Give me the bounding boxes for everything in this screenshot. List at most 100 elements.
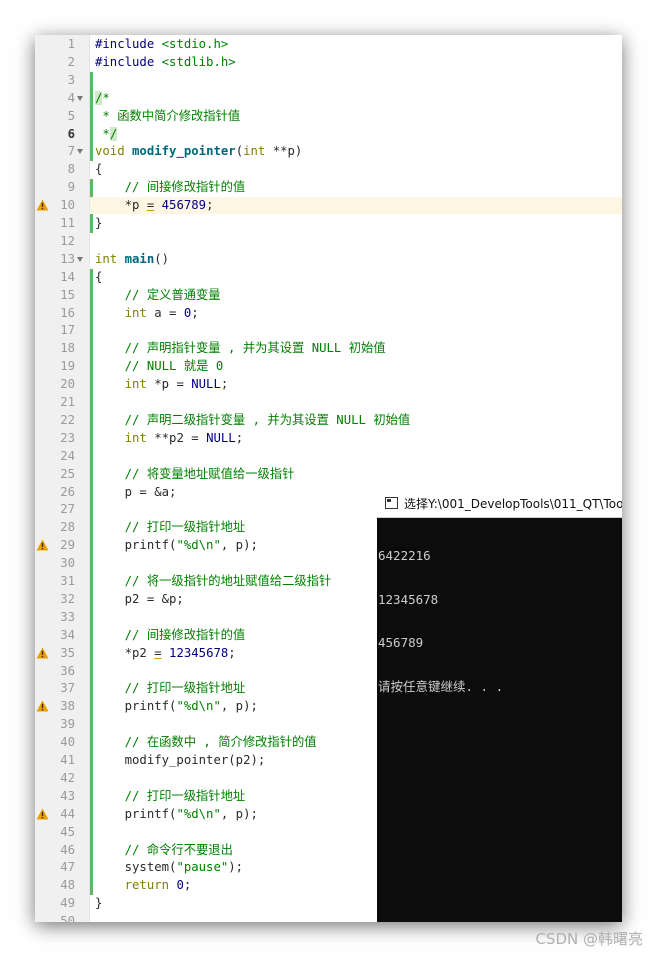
fold-arrow-icon[interactable] [77, 95, 83, 101]
code-text[interactable]: // 打印一级指针地址 [95, 519, 246, 536]
code-text[interactable]: { [95, 269, 102, 286]
console-title-bar[interactable]: 选择Y:\001_DevelopTools\011_QT\Too [377, 489, 622, 518]
code-token: // 间接修改指针的值 [95, 180, 246, 195]
code-line[interactable]: 1 #include <stdio.h> [35, 36, 622, 53]
code-line[interactable]: 12 [35, 233, 622, 250]
code-text[interactable]: } [95, 895, 102, 912]
code-text[interactable]: // 声明指针变量 , 并为其设置 NULL 初始值 [95, 340, 386, 357]
code-line[interactable]: 4 /* [35, 90, 622, 107]
code-text[interactable]: modify_pointer(p2); [95, 752, 266, 769]
code-token: ; [228, 645, 236, 660]
code-token: printf( [95, 538, 177, 553]
code-text[interactable]: int a = 0; [95, 305, 199, 322]
code-line[interactable]: 6 */ [35, 126, 622, 143]
code-text[interactable]: // 将变量地址赋值给一级指针 [95, 466, 295, 483]
code-text[interactable]: // 间接修改指针的值 [95, 179, 246, 196]
line-number: 23 [60, 430, 75, 445]
code-token: NULL [206, 430, 236, 445]
console-line: 请按任意键继续. . . [378, 678, 504, 694]
code-text[interactable]: void modify_pointer(int **p) [95, 143, 302, 160]
line-number: 21 [60, 395, 75, 409]
console-window[interactable]: 选择Y:\001_DevelopTools\011_QT\Too 6422216… [377, 489, 622, 922]
code-token: / [109, 126, 118, 141]
code-token: ; [183, 878, 192, 893]
code-line[interactable]: 5 * 函数中简介修改指针值 [35, 108, 622, 125]
code-line[interactable]: 17 [35, 322, 622, 339]
code-line[interactable]: 2 #include <stdlib.h> [35, 54, 622, 71]
line-number: 46 [60, 842, 75, 857]
code-text[interactable]: // 打印一级指针地址 [95, 788, 246, 805]
code-line[interactable]: 14 { [35, 269, 622, 286]
code-token: ); [228, 860, 244, 875]
warning-icon[interactable] [36, 700, 49, 712]
code-line[interactable]: 19 // NULL 就是 0 [35, 358, 622, 375]
code-line[interactable]: 10 *p = 456789; [35, 197, 622, 215]
code-text[interactable]: #include <stdio.h> [95, 36, 228, 53]
code-line[interactable]: 18 // 声明指针变量 , 并为其设置 NULL 初始值 [35, 340, 622, 357]
code-text[interactable]: // 定义普通变量 [95, 287, 221, 304]
fold-arrow-icon[interactable] [77, 256, 83, 262]
line-number: 27 [60, 502, 75, 517]
code-token: // 声明指针变量 , 并为其设置 NULL 初始值 [95, 341, 386, 356]
code-text[interactable]: */ [95, 126, 118, 143]
code-line[interactable]: 16 int a = 0; [35, 305, 622, 322]
code-text[interactable]: p = &a; [95, 484, 177, 501]
code-text[interactable]: system("pause"); [95, 859, 243, 876]
warning-icon[interactable] [36, 647, 49, 659]
line-number: 15 [60, 287, 75, 302]
code-line[interactable]: 9 // 间接修改指针的值 [35, 179, 622, 196]
code-text[interactable]: p2 = &p; [95, 591, 184, 608]
code-text[interactable]: // 间接修改指针的值 [95, 627, 246, 644]
code-line[interactable]: 13 int main() [35, 251, 622, 268]
code-line[interactable]: 23 int **p2 = NULL; [35, 430, 622, 447]
fold-arrow-icon[interactable] [77, 149, 83, 155]
code-token: } [95, 216, 103, 230]
code-token: // 间接修改指针的值 [95, 627, 246, 642]
code-text[interactable]: int main() [95, 251, 169, 268]
code-token: // 命令行不要退出 [95, 842, 233, 857]
code-text[interactable]: } [95, 215, 102, 232]
warning-icon[interactable] [36, 539, 49, 551]
code-line[interactable]: 8{ [35, 161, 622, 178]
code-line[interactable]: 21 [35, 394, 622, 411]
code-line[interactable]: 24 [35, 448, 622, 465]
code-token: p2 = &p; [95, 591, 184, 606]
code-line[interactable]: 7 void modify_pointer(int **p) [35, 143, 622, 160]
code-text[interactable]: // 打印一级指针地址 [95, 680, 246, 697]
warning-icon[interactable] [36, 808, 49, 820]
line-number: 19 [60, 359, 75, 374]
code-text[interactable]: printf("%d\n", p); [95, 806, 258, 823]
code-token: // 将变量地址赋值给一级指针 [95, 466, 295, 481]
code-line[interactable]: 22 // 声明二级指针变量 , 并为其设置 NULL 初始值 [35, 412, 622, 429]
code-text[interactable]: *p2 = 12345678; [95, 645, 236, 662]
code-text[interactable]: #include <stdlib.h> [95, 54, 236, 71]
line-number: 11 [60, 216, 75, 230]
code-text[interactable]: { [95, 161, 102, 178]
line-number: 4 [67, 90, 75, 105]
code-token: { [95, 269, 103, 284]
code-line[interactable]: 20 int *p = NULL; [35, 376, 622, 393]
code-line[interactable]: 3 [35, 72, 622, 89]
code-text[interactable]: printf("%d\n", p); [95, 537, 258, 554]
line-number: 13 [60, 251, 75, 266]
code-text[interactable]: int **p2 = NULL; [95, 430, 243, 447]
code-text[interactable]: // NULL 就是 0 [95, 358, 224, 375]
warning-icon[interactable] [36, 199, 49, 211]
code-line[interactable]: 11} [35, 215, 622, 232]
code-text[interactable]: * 函数中简介修改指针值 [95, 108, 240, 125]
code-text[interactable]: // 声明二级指针变量 , 并为其设置 NULL 初始值 [95, 412, 411, 429]
code-text[interactable]: printf("%d\n", p); [95, 698, 258, 715]
code-line[interactable]: 15 // 定义普通变量 [35, 287, 622, 304]
code-text[interactable]: /* [95, 90, 110, 107]
code-token: *p2 [95, 645, 155, 660]
code-token: , p); [220, 806, 258, 821]
code-text[interactable]: // 将一级指针的地址赋值给二级指针 [95, 573, 332, 590]
code-line[interactable]: 25 // 将变量地址赋值给一级指针 [35, 466, 622, 483]
code-text[interactable]: // 命令行不要退出 [95, 842, 233, 859]
code-text[interactable]: int *p = NULL; [95, 376, 229, 393]
code-text[interactable]: return 0; [95, 877, 192, 894]
code-text[interactable]: *p = 456789; [95, 197, 214, 214]
code-token: = [154, 645, 162, 660]
code-token: p = &a; [95, 484, 177, 499]
code-text[interactable]: // 在函数中 , 简介修改指针的值 [95, 734, 317, 751]
